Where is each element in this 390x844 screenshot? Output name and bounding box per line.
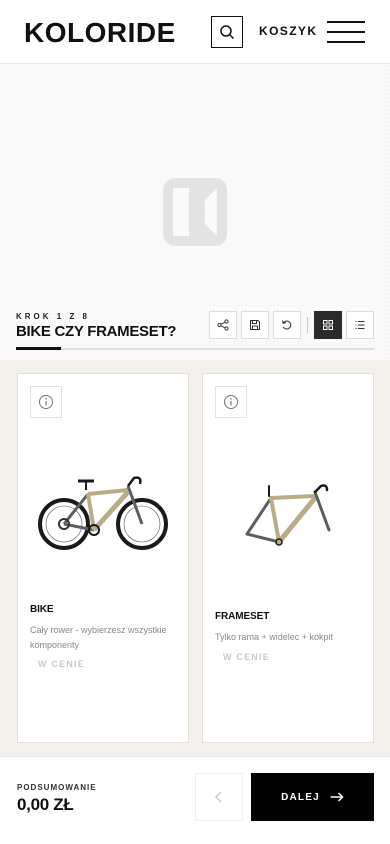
step-progress-fill xyxy=(16,347,61,350)
option-price: W CENIE xyxy=(223,652,270,662)
koloride-watermark-icon xyxy=(163,178,227,246)
share-icon xyxy=(217,319,229,331)
next-step-label: DALEJ xyxy=(281,791,320,803)
svg-text:KOLORIDE: KOLORIDE xyxy=(24,18,176,46)
chevron-left-icon xyxy=(214,791,222,803)
step-header: KROK 1 Z 8 BIKE CZY FRAMESET? xyxy=(0,300,390,360)
site-header: KOLORIDE KOSZYK xyxy=(0,0,390,64)
save-button[interactable] xyxy=(241,311,269,339)
summary-footer: PODSUMOWANIE 0,00 ZŁ DALEJ xyxy=(0,756,390,844)
reset-button[interactable] xyxy=(273,311,301,339)
option-card-bike[interactable]: BIKE Cały rower - wybierzesz wszystkie k… xyxy=(17,373,189,743)
option-description: Cały rower - wybierzesz wszystkie kompon… xyxy=(30,625,167,650)
frameset-image xyxy=(245,484,331,546)
grid-view-button[interactable] xyxy=(314,311,342,339)
option-description: Tylko rama + widelec + kokpit xyxy=(215,632,334,642)
menu-icon[interactable] xyxy=(327,21,365,43)
arrow-right-icon xyxy=(330,792,344,802)
option-price: W CENIE xyxy=(38,659,85,669)
info-icon xyxy=(224,395,238,409)
option-card-frameset[interactable]: FRAMESET Tylko rama + widelec + kokpit W… xyxy=(202,373,374,743)
previous-step-button[interactable] xyxy=(195,773,243,821)
save-icon xyxy=(250,320,260,330)
summary-total: 0,00 ZŁ xyxy=(17,795,74,814)
option-title: FRAMESET xyxy=(215,611,270,622)
info-button[interactable] xyxy=(30,386,62,418)
options-grid: BIKE Cały rower - wybierzesz wszystkie k… xyxy=(0,360,390,756)
share-button[interactable] xyxy=(209,311,237,339)
summary-label: PODSUMOWANIE xyxy=(17,783,97,792)
list-view-button[interactable] xyxy=(346,311,374,339)
step-counter: KROK 1 Z 8 xyxy=(16,312,91,321)
koloride-logo[interactable]: KOLORIDE xyxy=(24,18,190,46)
info-icon xyxy=(39,395,53,409)
bike-image xyxy=(38,476,168,550)
step-progress-bar xyxy=(16,347,374,350)
option-title: BIKE xyxy=(30,604,54,615)
reset-icon xyxy=(282,320,292,330)
search-icon xyxy=(220,25,235,40)
list-view-icon xyxy=(355,321,365,329)
info-button[interactable] xyxy=(215,386,247,418)
search-button[interactable] xyxy=(211,16,243,48)
toolbar-divider xyxy=(307,317,308,333)
step-title: BIKE CZY FRAMESET? xyxy=(16,323,177,340)
grid-view-icon xyxy=(323,320,333,330)
next-step-button[interactable]: DALEJ xyxy=(251,773,374,821)
cart-link[interactable]: KOSZYK xyxy=(259,24,317,38)
